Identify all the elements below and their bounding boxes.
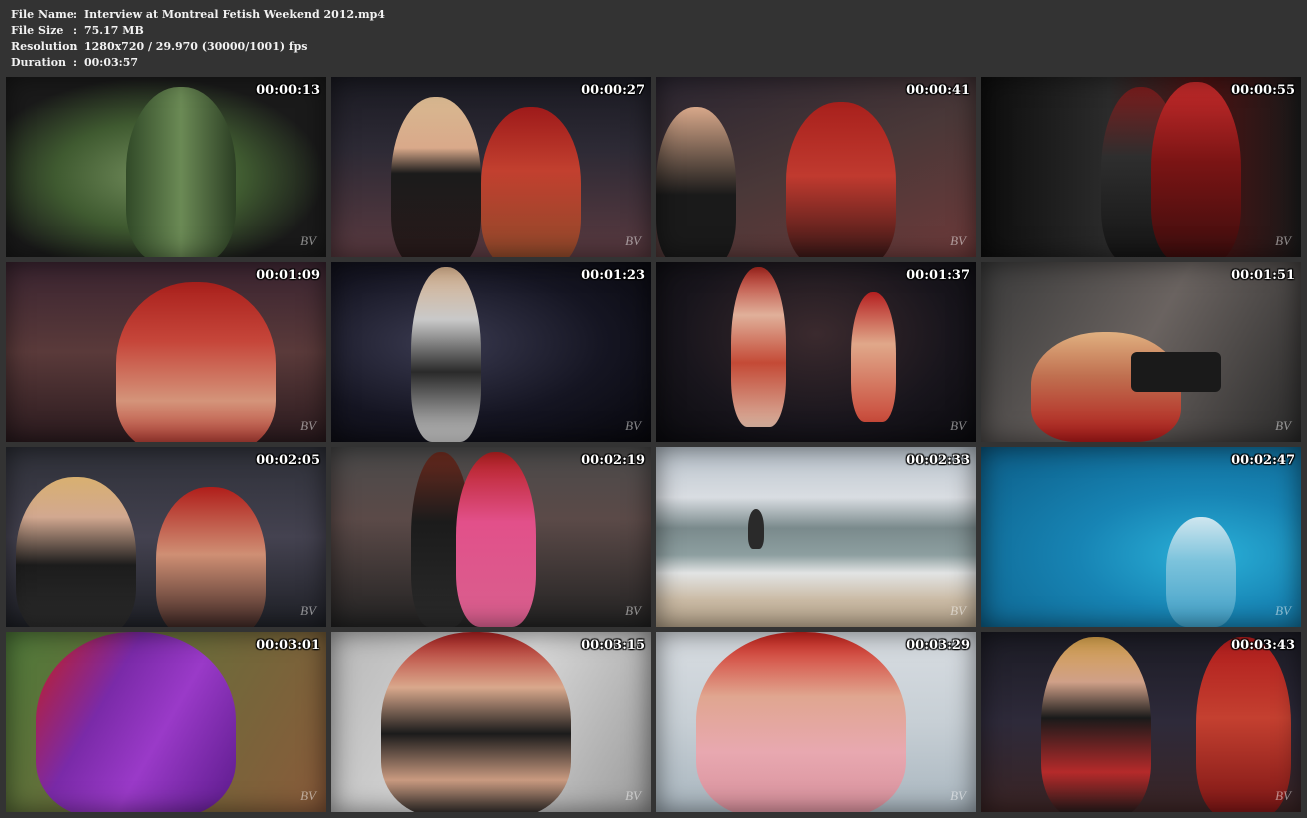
- duration-value: 00:03:57: [84, 56, 139, 69]
- video-thumbnail[interactable]: 00:02:47 BV: [981, 447, 1301, 627]
- timestamp-label: 00:02:19: [581, 453, 645, 468]
- video-thumbnail[interactable]: 00:01:23 BV: [331, 262, 651, 442]
- purple-latex-figure: [36, 632, 236, 812]
- thumbnail-grid: 00:00:13 BV 00:00:27 BV 00:00:41 BV 00:0…: [6, 77, 1301, 812]
- timestamp-label: 00:02:47: [1231, 453, 1295, 468]
- timestamp-label: 00:03:43: [1231, 638, 1295, 653]
- interviewer-figure: [16, 477, 136, 627]
- video-thumbnail[interactable]: 00:01:09 BV: [6, 262, 326, 442]
- black-latex-figure: [411, 452, 471, 627]
- video-thumbnail[interactable]: 00:00:13 BV: [6, 77, 326, 257]
- video-thumbnail[interactable]: 00:00:27 BV: [331, 77, 651, 257]
- file-size-row: File Size : 75.17 MB: [11, 23, 385, 39]
- video-thumbnail[interactable]: 00:00:55 BV: [981, 77, 1301, 257]
- separator: :: [73, 56, 78, 69]
- file-name-row: File Name : Interview at Montreal Fetish…: [11, 7, 385, 23]
- watermark-logo: BV: [1275, 788, 1291, 803]
- separator: :: [73, 8, 78, 21]
- red-hair-figure: [851, 292, 896, 422]
- red-hair-figure: [116, 282, 276, 442]
- watermark-logo: BV: [1275, 418, 1291, 433]
- interviewer-figure: [1041, 637, 1151, 812]
- timestamp-label: 00:03:01: [256, 638, 320, 653]
- timestamp-label: 00:00:55: [1231, 83, 1295, 98]
- interviewer-figure: [656, 107, 736, 257]
- red-hair-figure: [786, 102, 896, 257]
- watermark-logo: BV: [300, 233, 316, 248]
- video-thumbnail[interactable]: 00:01:37 BV: [656, 262, 976, 442]
- video-thumbnail[interactable]: 00:02:33 BV: [656, 447, 976, 627]
- red-hair-figure: [481, 107, 581, 257]
- lace-top-figure: [381, 632, 571, 812]
- timestamp-label: 00:03:15: [581, 638, 645, 653]
- red-hair-figure: [1151, 82, 1241, 257]
- timestamp-label: 00:00:27: [581, 83, 645, 98]
- timestamp-label: 00:02:05: [256, 453, 320, 468]
- watermark-logo: BV: [950, 418, 966, 433]
- watermark-logo: BV: [625, 603, 641, 618]
- video-thumbnail[interactable]: 00:01:51 BV: [981, 262, 1301, 442]
- watermark-logo: BV: [625, 788, 641, 803]
- timestamp-label: 00:01:51: [1231, 268, 1295, 283]
- watermark-logo: BV: [300, 418, 316, 433]
- watermark-logo: BV: [625, 418, 641, 433]
- red-hair-figure: [156, 487, 266, 627]
- timestamp-label: 00:01:09: [256, 268, 320, 283]
- timestamp-label: 00:00:41: [906, 83, 970, 98]
- duration-label: Duration: [11, 56, 67, 69]
- file-name-label: File Name: [11, 8, 74, 21]
- video-thumbnail[interactable]: 00:03:01 BV: [6, 632, 326, 812]
- video-thumbnail[interactable]: 00:03:43 BV: [981, 632, 1301, 812]
- separator: :: [73, 40, 78, 53]
- file-info-panel: File Name : Interview at Montreal Fetish…: [11, 7, 385, 71]
- interviewer-figure: [391, 97, 481, 257]
- underwater-figure: [1166, 517, 1236, 627]
- runway-model-figure: [411, 267, 481, 442]
- video-thumbnail[interactable]: 00:00:41 BV: [656, 77, 976, 257]
- photographer-figure: [1031, 332, 1181, 442]
- watermark-logo: BV: [950, 603, 966, 618]
- red-hair-figure: [1196, 637, 1291, 812]
- timestamp-label: 00:01:37: [906, 268, 970, 283]
- latex-dress-figure: [126, 87, 236, 257]
- watermark-logo: BV: [1275, 603, 1291, 618]
- timestamp-label: 00:01:23: [581, 268, 645, 283]
- video-thumbnail[interactable]: 00:02:19 BV: [331, 447, 651, 627]
- camera-icon: [1131, 352, 1221, 392]
- file-name-value: Interview at Montreal Fetish Weekend 201…: [84, 8, 385, 21]
- pink-dress-figure: [456, 452, 536, 627]
- timestamp-label: 00:00:13: [256, 83, 320, 98]
- runway-model-figure: [731, 267, 786, 427]
- file-size-label: File Size: [11, 24, 64, 37]
- red-hair-figure: [696, 632, 906, 812]
- timestamp-label: 00:02:33: [906, 453, 970, 468]
- file-size-value: 75.17 MB: [84, 24, 144, 37]
- watermark-logo: BV: [950, 788, 966, 803]
- video-thumbnail[interactable]: 00:02:05 BV: [6, 447, 326, 627]
- watermark-logo: BV: [1275, 233, 1291, 248]
- beach-figure: [748, 509, 764, 549]
- resolution-row: Resolution : 1280x720 / 29.970 (30000/10…: [11, 39, 385, 55]
- separator: :: [73, 24, 78, 37]
- video-thumbnail[interactable]: 00:03:15 BV: [331, 632, 651, 812]
- resolution-label: Resolution: [11, 40, 78, 53]
- duration-row: Duration : 00:03:57: [11, 55, 385, 71]
- watermark-logo: BV: [300, 603, 316, 618]
- resolution-value: 1280x720 / 29.970 (30000/1001) fps: [84, 40, 308, 53]
- costumed-figure: [1101, 87, 1181, 257]
- video-thumbnail[interactable]: 00:03:29 BV: [656, 632, 976, 812]
- watermark-logo: BV: [950, 233, 966, 248]
- watermark-logo: BV: [300, 788, 316, 803]
- timestamp-label: 00:03:29: [906, 638, 970, 653]
- watermark-logo: BV: [625, 233, 641, 248]
